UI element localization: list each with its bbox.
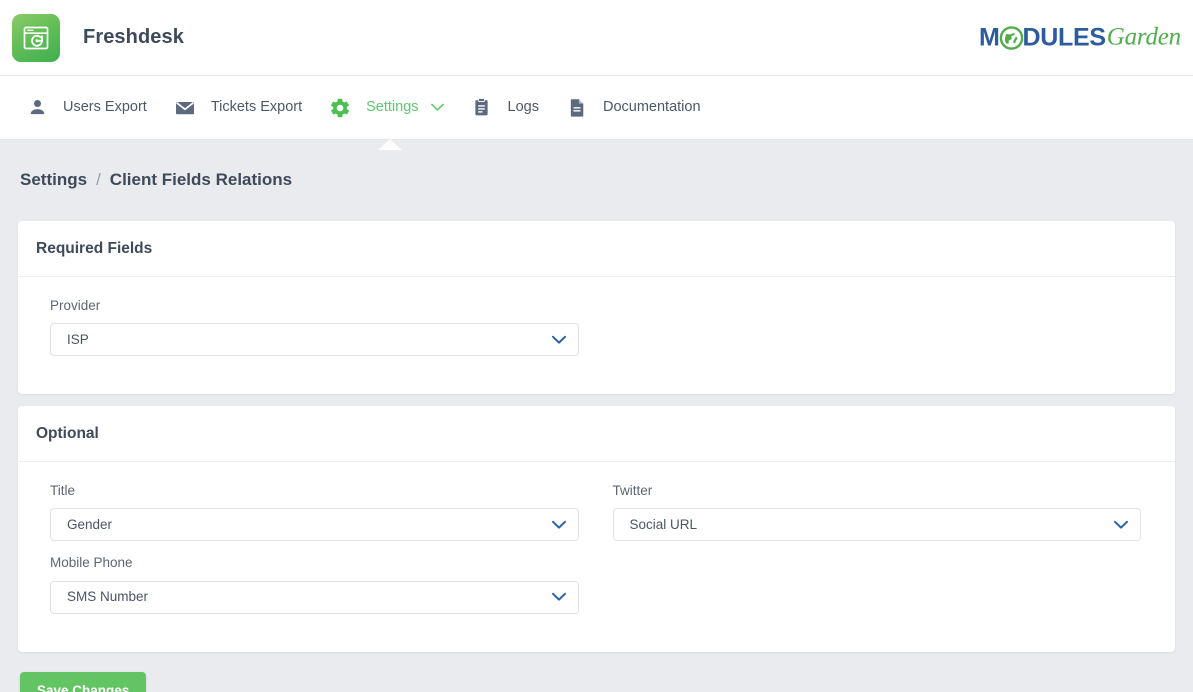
field-twitter: Twitter Social URL <box>597 483 1160 541</box>
breadcrumb-current: Client Fields Relations <box>110 170 292 190</box>
field-mobile-phone: Mobile Phone SMS Number <box>34 555 597 613</box>
nav-label-tickets-export: Tickets Export <box>211 100 302 115</box>
nav-item-settings[interactable]: Settings <box>315 76 456 140</box>
logo-text-modules-rest: DULES <box>1023 23 1106 52</box>
document-icon <box>565 96 589 120</box>
breadcrumb-separator: / <box>96 170 101 190</box>
save-changes-button[interactable]: Save Changes <box>20 672 146 692</box>
chevron-down-icon <box>1114 520 1128 529</box>
select-value-title: Gender <box>51 518 112 532</box>
save-row: Save Changes <box>0 652 1193 692</box>
nav-label-logs: Logs <box>508 100 539 115</box>
active-nav-pointer <box>378 139 402 150</box>
logo-text-garden: Garden <box>1107 24 1181 52</box>
select-mobile-phone[interactable]: SMS Number <box>50 581 579 614</box>
main-navbar: Users Export Tickets Export Settings <box>0 76 1193 140</box>
field-label-mobile-phone: Mobile Phone <box>50 555 579 571</box>
modulesgarden-logo: M DULES Garden <box>979 23 1181 52</box>
field-provider: Provider ISP <box>34 298 597 356</box>
top-header: Freshdesk M DULES Garden <box>0 0 1193 76</box>
clipboard-icon <box>470 96 494 120</box>
chevron-down-icon <box>552 593 566 602</box>
select-value-twitter: Social URL <box>614 518 698 532</box>
select-title[interactable]: Gender <box>50 508 579 541</box>
gear-icon <box>328 96 352 120</box>
field-label-title: Title <box>50 483 579 499</box>
breadcrumb: Settings / Client Fields Relations <box>0 140 1193 190</box>
field-label-twitter: Twitter <box>613 483 1142 499</box>
select-provider[interactable]: ISP <box>50 323 579 356</box>
nav-item-logs[interactable]: Logs <box>457 76 552 140</box>
select-value-provider: ISP <box>51 333 89 347</box>
chevron-down-icon <box>552 520 566 529</box>
nav-label-users-export: Users Export <box>63 100 147 115</box>
breadcrumb-root[interactable]: Settings <box>20 170 87 190</box>
nav-label-documentation: Documentation <box>603 100 701 115</box>
person-icon <box>25 96 49 120</box>
optional-fields-body: Title Gender Twitter Social URL <box>18 462 1175 651</box>
app-brand: Freshdesk <box>12 14 184 62</box>
freshdesk-window-icon <box>12 14 60 62</box>
nav-item-documentation[interactable]: Documentation <box>552 76 714 140</box>
optional-fields-title: Optional <box>18 406 1175 462</box>
field-title: Title Gender <box>34 483 597 541</box>
app-title: Freshdesk <box>83 26 184 49</box>
nav-label-settings: Settings <box>366 100 418 115</box>
required-fields-body: Provider ISP <box>18 277 1175 394</box>
field-spacer <box>597 555 1160 613</box>
nav-item-users-export[interactable]: Users Export <box>12 76 160 140</box>
required-fields-panel: Required Fields Provider ISP <box>18 221 1175 394</box>
optional-fields-panel: Optional Title Gender Twitter Social URL <box>18 406 1175 651</box>
chevron-down-icon <box>552 335 566 344</box>
select-twitter[interactable]: Social URL <box>613 508 1142 541</box>
nav-item-tickets-export[interactable]: Tickets Export <box>160 76 315 140</box>
envelope-icon <box>173 96 197 120</box>
field-label-provider: Provider <box>50 298 579 314</box>
select-value-mobile-phone: SMS Number <box>51 590 148 604</box>
chevron-down-icon[interactable] <box>431 103 444 112</box>
globe-icon <box>999 25 1024 50</box>
logo-text-modules-m: M <box>979 23 1000 52</box>
page-content: Settings / Client Fields Relations Requi… <box>0 140 1193 692</box>
required-fields-title: Required Fields <box>18 221 1175 277</box>
